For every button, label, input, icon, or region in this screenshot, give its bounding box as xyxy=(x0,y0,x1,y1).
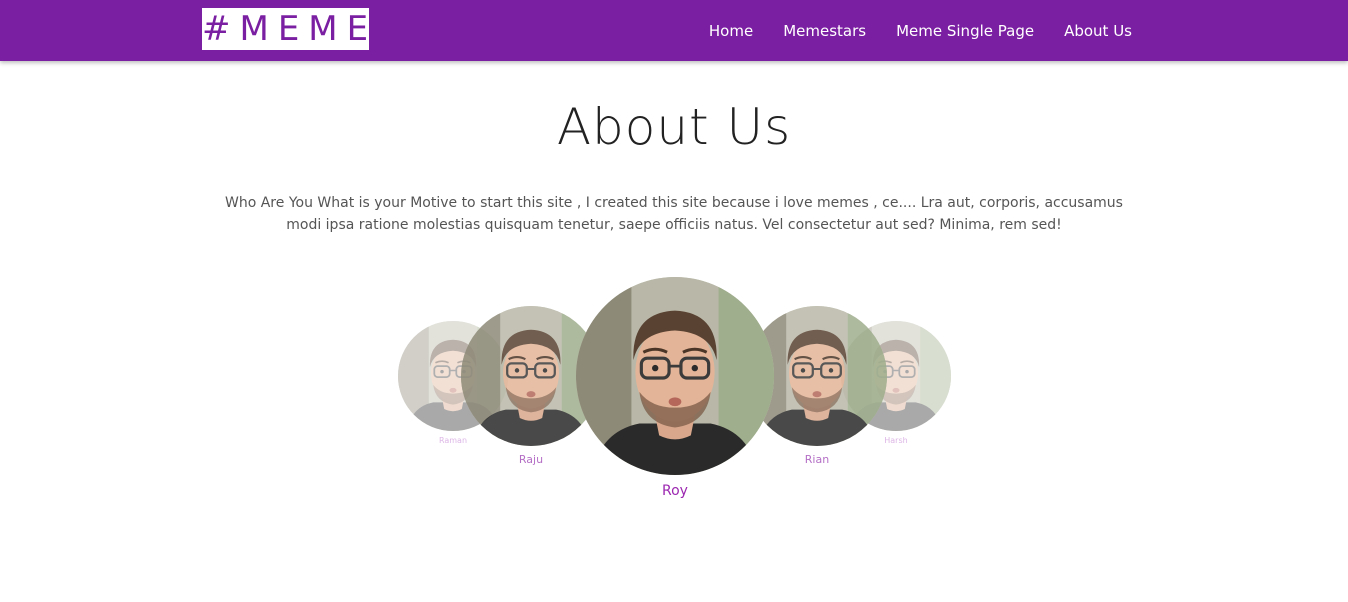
member-name: Roy xyxy=(662,483,688,499)
site-logo[interactable]: #MEMES xyxy=(202,8,369,50)
page-title: About Us xyxy=(556,98,792,156)
portrait-photo xyxy=(576,277,774,475)
nav-link-home[interactable]: Home xyxy=(709,22,753,40)
team-member-roy[interactable]: Roy xyxy=(576,277,774,499)
intro-paragraph: Who Are You What is your Motive to start… xyxy=(225,195,1123,233)
nav-link-memestars[interactable]: Memestars xyxy=(783,22,866,40)
top-navbar: #MEMES Home Memestars Meme Single Page A… xyxy=(0,0,1348,61)
avatar xyxy=(576,277,774,475)
main-nav: Home Memestars Meme Single Page About Us xyxy=(679,0,1132,61)
nav-link-meme-single-page[interactable]: Meme Single Page xyxy=(896,22,1034,40)
nav-link-about-us[interactable]: About Us xyxy=(1064,22,1132,40)
